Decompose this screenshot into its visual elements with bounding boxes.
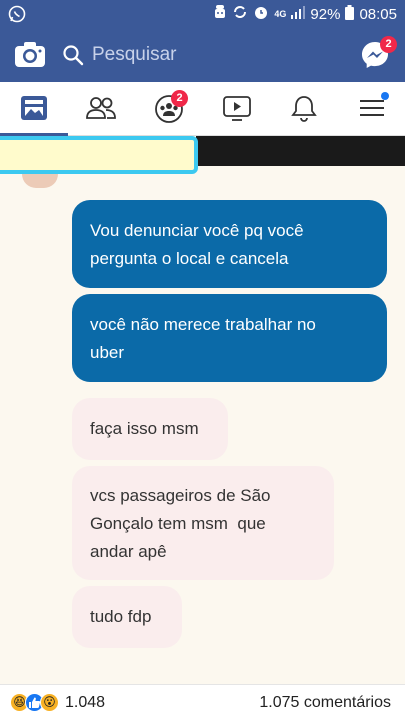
tab-notifications[interactable] — [290, 94, 320, 124]
message-text-line: uber — [90, 343, 125, 362]
battery-icon — [345, 4, 355, 24]
alarm-icon — [253, 4, 269, 24]
message-text-line: vcs passageiros de São — [90, 486, 271, 505]
search-icon — [62, 44, 84, 66]
menu-notification-dot — [381, 92, 389, 100]
bell-icon — [291, 96, 317, 122]
search-input[interactable] — [92, 44, 332, 66]
message-text-line: Vou denunciar você pq você — [90, 221, 304, 240]
search-bar[interactable] — [62, 40, 342, 70]
message-text-line: Gonçalo tem msm que — [90, 514, 266, 533]
signal-icon — [291, 5, 306, 23]
comments-count-link[interactable]: 1.075 comentários — [259, 694, 391, 712]
message-text-line: tudo fdp — [90, 607, 152, 626]
chat-screenshot: Vou denunciar você pq você pergunta o lo… — [0, 136, 405, 684]
news-feed-icon — [21, 96, 47, 120]
whatsapp-icon — [8, 5, 26, 26]
message-text-line: andar apê — [90, 542, 167, 561]
avatar — [22, 174, 58, 188]
incoming-message: faça isso msm — [72, 398, 228, 460]
tab-news-feed[interactable] — [20, 94, 50, 124]
highlight-box — [0, 136, 198, 174]
message-text-line: você não merece trabalhar no — [90, 315, 316, 334]
outgoing-message: você não merece trabalhar no uber — [72, 294, 387, 382]
clock-time: 08:05 — [359, 5, 397, 23]
app-header — [0, 28, 405, 82]
sync-icon — [232, 4, 248, 24]
message-text-line: pergunta o local e cancela — [90, 249, 289, 268]
incoming-message: vcs passageiros de São Gonçalo tem msm q… — [72, 466, 334, 580]
network-type: 4G — [274, 9, 287, 19]
reactions-summary[interactable]: 😆 😮 1.048 — [10, 693, 105, 712]
camera-icon[interactable] — [14, 40, 46, 68]
tab-bar — [0, 82, 405, 136]
reaction-count: 1.048 — [65, 693, 106, 711]
groups-badge: 2 — [171, 90, 188, 107]
status-bar: 4G 92% 08:05 — [0, 0, 405, 28]
tab-friends[interactable] — [86, 94, 116, 124]
wow-reaction-icon: 😮 — [40, 693, 59, 712]
android-icon — [213, 4, 227, 24]
message-text-line: faça isso msm — [90, 419, 199, 438]
friends-icon — [86, 97, 116, 119]
battery-percent: 92% — [310, 5, 341, 23]
dark-header-strip — [196, 136, 405, 166]
messenger-badge: 2 — [380, 36, 397, 53]
outgoing-message: Vou denunciar você pq você pergunta o lo… — [72, 200, 387, 288]
video-icon — [223, 96, 251, 121]
tab-watch[interactable] — [222, 94, 252, 124]
post-footer: 😆 😮 1.048 1.075 comentários — [0, 684, 405, 720]
incoming-message: tudo fdp — [72, 586, 182, 648]
